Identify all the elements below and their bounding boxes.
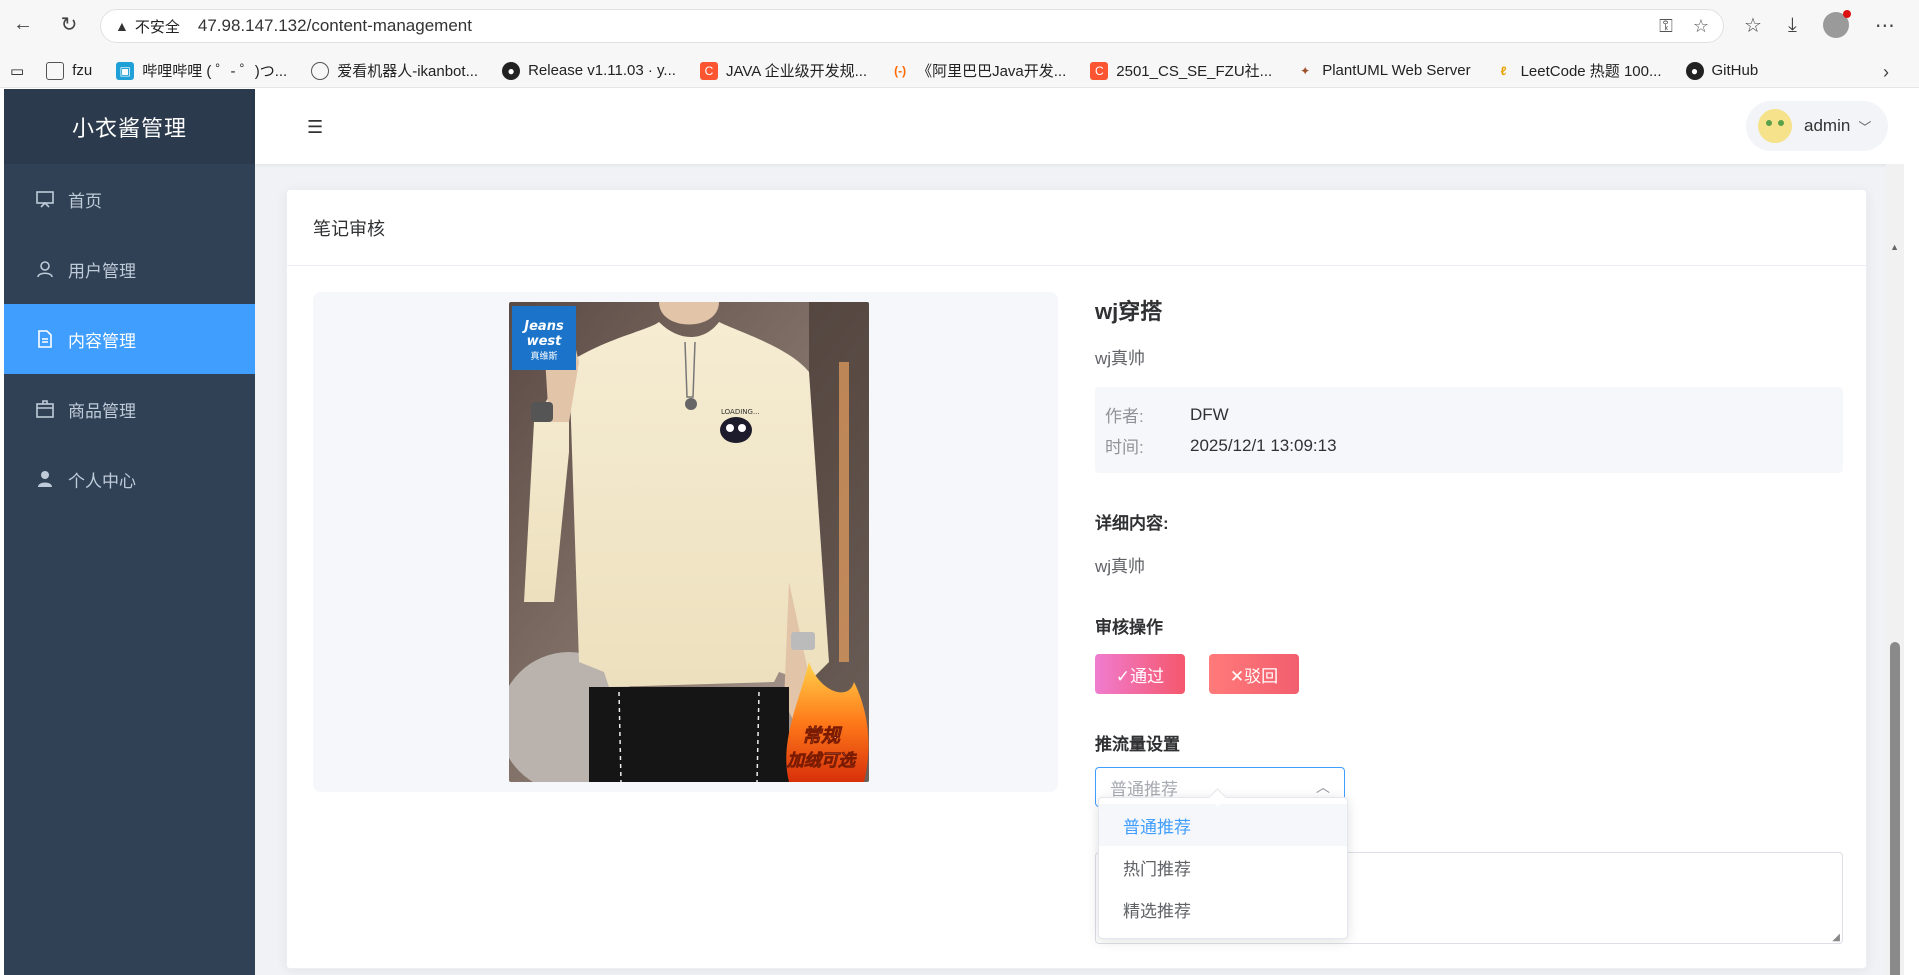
reject-button[interactable]: ✕驳回 [1209, 654, 1299, 694]
image-panel: LOADING... Jeans west 真维斯 常规 加绒可选 [313, 292, 1058, 792]
back-icon[interactable]: ← [10, 11, 36, 37]
sidebar-item-label: 首页 [68, 191, 102, 211]
sidebar-item-label: 用户管理 [68, 261, 136, 281]
sidebar-item-products[interactable]: 商品管理 [4, 374, 255, 444]
bookmark-item[interactable]: ● Release v1.11.03 · y... [490, 54, 688, 88]
address-bar[interactable]: ▲ 不安全 47.98.147.132/content-management ⚿… [100, 9, 1724, 43]
chevron-up-icon: ︿ [1316, 779, 1330, 795]
scrollbar[interactable]: ▲ [1886, 164, 1904, 975]
reload-icon[interactable]: ↻ [56, 11, 82, 37]
author-label: 作者: [1105, 407, 1144, 426]
star-icon[interactable]: ☆ [1693, 16, 1709, 37]
url-text: 47.98.147.132/content-management [197, 16, 472, 35]
svg-text:常规: 常规 [802, 725, 843, 747]
favorites-icon[interactable]: ☆ [1744, 13, 1762, 38]
sidebar-item-profile[interactable]: 个人中心 [4, 444, 255, 514]
sidebar-item-label: 商品管理 [68, 401, 136, 421]
chevron-down-icon: ﹀ [1858, 119, 1872, 135]
bookmark-item[interactable]: ℓ LeetCode 热题 100... [1483, 54, 1674, 88]
hamburger-icon[interactable]: ☰ [307, 117, 323, 138]
note-title: wj穿搭 [1095, 299, 1163, 324]
app-container: 小衣酱管理 首页 用户管理 内容管理 商品管理 个人中心 ☰ admin ﹀ ▲… [4, 89, 1904, 975]
detail-text: wj真帅 [1095, 557, 1146, 576]
svg-text:west: west [527, 334, 563, 349]
key-icon[interactable]: ⚿ [1659, 16, 1673, 37]
bookmark-item[interactable]: fzu [34, 54, 104, 88]
tab-search-icon[interactable]: ▭ [0, 54, 34, 88]
box-icon [34, 398, 56, 420]
more-icon[interactable]: ⋯ [1875, 13, 1895, 38]
note-subtitle: wj真帅 [1095, 349, 1146, 368]
resize-handle-icon[interactable]: ◢ [1832, 932, 1840, 943]
audit-heading: 审核操作 [1095, 618, 1163, 637]
bookmark-item[interactable]: 爱看机器人-ikanbot... [299, 54, 490, 88]
sidebar-item-label: 内容管理 [68, 331, 136, 351]
csdn-icon: C [1090, 61, 1109, 80]
user-icon [34, 258, 56, 280]
username: admin [1804, 116, 1851, 135]
note-info: wj穿搭 wj真帅 作者: DFW 时间: 2025/12/1 13:09:13… [1095, 290, 1845, 807]
note-image: LOADING... Jeans west 真维斯 常规 加绒可选 [509, 302, 869, 782]
bookmark-item[interactable]: (-) 《阿里巴巴Java开发... [879, 54, 1078, 88]
svg-text:真维斯: 真维斯 [530, 350, 557, 362]
download-icon[interactable]: ⤓ [1788, 14, 1797, 37]
dropdown-option[interactable]: 热门推荐 [1099, 846, 1347, 888]
audit-card: 笔记审核 LOADING... Jeans west 真维斯 常规 加绒可选 w… [286, 189, 1867, 969]
sidebar: 小衣酱管理 首页 用户管理 内容管理 商品管理 个人中心 [4, 89, 255, 975]
aliyun-icon: (-) [894, 63, 907, 78]
card-title: 笔记审核 [287, 190, 1866, 266]
traffic-heading: 推流量设置 [1095, 735, 1180, 754]
bookmark-item[interactable]: C 2501_CS_SE_FZU社... [1078, 54, 1284, 88]
plantuml-icon: ✦ [1300, 63, 1311, 78]
detail-heading: 详细内容: [1095, 514, 1169, 533]
user-dropdown[interactable]: admin ﹀ [1746, 101, 1888, 151]
sidebar-item-users[interactable]: 用户管理 [4, 234, 255, 304]
bilibili-icon: ▣ [116, 61, 135, 80]
github-icon: ● [502, 61, 521, 80]
monitor-icon [34, 188, 56, 210]
bookmark-item[interactable]: ● GitHub [1674, 54, 1771, 88]
scrollbar-thumb[interactable] [1890, 642, 1900, 975]
sidebar-item-home[interactable]: 首页 [4, 164, 255, 234]
insecure-label: 不安全 [134, 18, 180, 36]
avatar [1758, 109, 1792, 143]
bookmark-item[interactable]: ✦ PlantUML Web Server [1284, 54, 1482, 88]
app-logo: 小衣酱管理 [4, 89, 255, 164]
dropdown-option[interactable]: 精选推荐 [1099, 888, 1347, 930]
svg-text:加绒可选: 加绒可选 [786, 751, 857, 771]
svg-text:Jeans: Jeans [521, 319, 564, 334]
scroll-up-icon[interactable]: ▲ [1890, 242, 1899, 252]
github-icon: ● [1685, 61, 1704, 80]
browser-toolbar: ← ↻ ▲ 不安全 47.98.147.132/content-manageme… [0, 0, 1919, 54]
bookmarks-bar: ▭ fzu ▣ 哔哩哔哩 ( ゜- ゜)つ... 爱看机器人-ikanbot...… [0, 54, 1919, 88]
dropdown-option[interactable]: 普通推荐 [1099, 804, 1347, 846]
globe-icon [311, 61, 330, 80]
time-label: 时间: [1105, 438, 1144, 457]
traffic-dropdown: 普通推荐 热门推荐 精选推荐 [1098, 797, 1348, 939]
folder-icon [46, 61, 65, 80]
sidebar-item-label: 个人中心 [68, 471, 136, 491]
approve-button[interactable]: ✓通过 [1095, 654, 1185, 694]
svg-text:LOADING...: LOADING... [721, 408, 760, 416]
chevron-right-icon[interactable]: › [1883, 62, 1889, 83]
document-icon [34, 328, 56, 350]
bookmark-item[interactable]: C JAVA 企业级开发规... [688, 54, 879, 88]
meta-box: 作者: DFW 时间: 2025/12/1 13:09:13 [1095, 387, 1843, 473]
csdn-icon: C [699, 61, 718, 80]
profile-avatar[interactable] [1822, 10, 1851, 38]
person-icon [34, 468, 56, 490]
bookmark-item[interactable]: ▣ 哔哩哔哩 ( ゜- ゜)つ... [104, 54, 299, 88]
leetcode-icon: ℓ [1500, 63, 1507, 78]
top-header: ☰ admin ﹀ [255, 89, 1904, 164]
sidebar-item-content[interactable]: 内容管理 [4, 304, 255, 374]
time-value: 2025/12/1 13:09:13 [1190, 435, 1337, 455]
author-value: DFW [1190, 404, 1229, 424]
warning-icon: ▲ [115, 18, 129, 34]
select-placeholder: 普通推荐 [1110, 779, 1178, 799]
